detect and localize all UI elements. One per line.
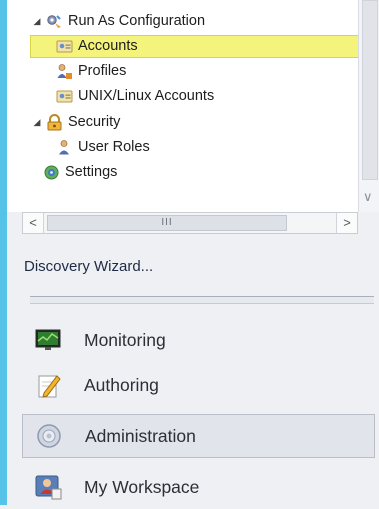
collapse-arrow-icon[interactable]: ◢ <box>31 110 43 134</box>
tree-item-profiles[interactable]: Profiles <box>56 59 126 83</box>
discovery-wizard-link[interactable]: Discovery Wizard... <box>24 258 153 275</box>
account-card-icon <box>56 38 73 55</box>
nav-button-monitoring[interactable]: Monitoring <box>22 318 375 362</box>
tree-item-unix-linux-accounts[interactable]: UNIX/Linux Accounts <box>56 84 214 108</box>
unix-account-icon <box>56 88 73 105</box>
settings-gear-icon <box>43 164 60 181</box>
wunderbar-splitter[interactable] <box>30 296 374 304</box>
tree-horizontal-scrollbar[interactable]: < III > <box>22 212 358 234</box>
run-as-gear-icon <box>46 13 63 30</box>
administration-gear-icon <box>35 422 63 450</box>
user-roles-icon <box>56 139 73 156</box>
scroll-right-button[interactable]: > <box>336 213 357 233</box>
tree-item-run-as-configuration[interactable]: ◢ Run As Configuration <box>31 9 206 33</box>
monitoring-icon <box>34 326 62 354</box>
tree-vertical-scrollbar[interactable]: ∨ <box>358 0 379 212</box>
left-accent-bar <box>0 0 7 505</box>
nav-button-label: Authoring <box>84 374 159 395</box>
scroll-down-arrow-icon[interactable]: ∨ <box>363 190 373 204</box>
tree-item-label: Settings <box>65 164 118 180</box>
profile-person-icon <box>56 63 73 80</box>
tree-item-security[interactable]: ◢ Security <box>31 110 120 134</box>
nav-button-label: Administration <box>85 425 196 446</box>
tree-item-label: Profiles <box>78 63 127 79</box>
tree-item-label: User Roles <box>78 139 150 155</box>
tree-item-label: Run As Configuration <box>68 13 206 29</box>
tree-item-label: Security <box>68 114 121 130</box>
horizontal-scroll-thumb[interactable]: III <box>47 215 287 231</box>
tree-item-user-roles[interactable]: User Roles <box>56 135 150 159</box>
authoring-pencil-icon <box>34 371 62 399</box>
tree-item-label: Accounts <box>78 38 138 54</box>
tree-item-accounts[interactable]: Accounts <box>56 34 138 58</box>
nav-button-label: My Workspace <box>84 476 200 497</box>
nav-button-label: Monitoring <box>84 329 166 350</box>
security-lock-icon <box>46 113 63 131</box>
scroll-left-button[interactable]: < <box>23 213 44 233</box>
nav-button-administration[interactable]: Administration <box>22 414 375 458</box>
tree-item-settings[interactable]: Settings <box>43 160 117 184</box>
vertical-scroll-thumb[interactable] <box>362 0 378 180</box>
nav-button-my-workspace[interactable]: My Workspace <box>22 465 375 509</box>
nav-button-authoring[interactable]: Authoring <box>22 363 375 407</box>
collapse-arrow-icon[interactable]: ◢ <box>31 9 43 33</box>
navigation-tree[interactable]: ◢ Run As Configuration Accounts Profiles… <box>7 0 359 212</box>
tree-item-label: UNIX/Linux Accounts <box>78 88 215 104</box>
my-workspace-icon <box>34 473 62 501</box>
